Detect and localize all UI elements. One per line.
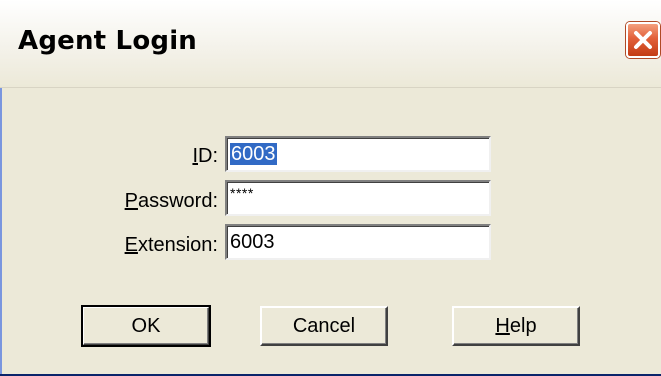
extension-field[interactable]: 6003 — [225, 224, 491, 260]
close-icon — [634, 31, 652, 49]
title-bar[interactable]: Agent Login — [0, 0, 661, 88]
id-label: ID: — [192, 145, 218, 167]
cancel-button[interactable]: Cancel — [260, 306, 388, 346]
extension-label: Extension: — [124, 234, 218, 256]
password-label: Password: — [124, 190, 218, 212]
id-field[interactable]: 6003 — [225, 136, 491, 172]
help-button-label: Help — [495, 314, 537, 337]
help-button[interactable]: Help — [452, 306, 580, 346]
dialog-title: Agent Login — [18, 26, 198, 56]
extension-value: 6003 — [230, 231, 275, 253]
password-field[interactable]: **** — [225, 180, 491, 216]
window-border — [0, 88, 2, 376]
password-value: **** — [230, 185, 254, 201]
agent-login-dialog: Agent Login ID: 6003 Password: **** Exte… — [0, 0, 661, 376]
close-button[interactable] — [626, 22, 660, 58]
cancel-button-label: Cancel — [292, 314, 356, 337]
ok-button[interactable]: OK — [81, 305, 211, 347]
ok-button-label: OK — [131, 314, 161, 337]
id-value: 6003 — [230, 143, 277, 165]
